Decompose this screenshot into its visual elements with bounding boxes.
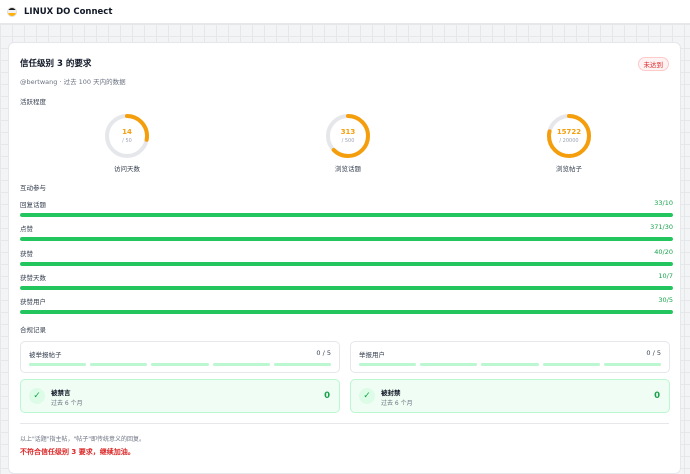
suspended-subtitle: 过去 6 个月 <box>381 400 413 407</box>
top-bar: LINUX DO Connect <box>0 0 690 24</box>
flagged-posts-box: 被举报帖子 0 / 5 <box>20 341 340 373</box>
progress-label: 点赞 <box>20 225 33 233</box>
progress-track <box>20 262 673 266</box>
check-icon: ✓ <box>29 388 45 404</box>
silenced-title: 被禁言 <box>51 389 71 397</box>
verdict-text: 不符合信任级别 3 要求，继续加油。 <box>20 448 135 456</box>
flagged-users-segments <box>359 363 662 366</box>
flagged-posts-segments <box>29 363 332 366</box>
progress-track <box>20 310 673 314</box>
ring-value: 14 <box>122 128 132 136</box>
progress-label: 获赞用户 <box>20 298 46 306</box>
activity-ring: 15722 / 20000 浏览帖子 <box>539 113 599 173</box>
activity-ring: 14 / 50 访问天数 <box>97 113 157 173</box>
flagged-users-label: 举报用户 <box>359 351 385 359</box>
progress-track <box>20 213 673 217</box>
card-subtitle: @bertwang · 过去 100 天内的数据 <box>20 78 126 86</box>
ring-chart-icon <box>326 114 370 158</box>
progress-track <box>20 286 673 290</box>
progress-row: 获赞天数 10/7 <box>20 272 673 290</box>
app-title[interactable]: LINUX DO Connect <box>24 7 112 17</box>
progress-label: 获赞 <box>20 250 33 258</box>
ring-label: 访问天数 <box>114 165 140 173</box>
progress-value: 10/7 <box>658 272 673 280</box>
ring-value: 15722 <box>556 128 582 136</box>
progress-label: 回复话题 <box>20 201 46 209</box>
interaction-section-label: 互动参与 <box>20 184 46 192</box>
progress-fill <box>20 262 673 266</box>
progress-fill <box>20 237 673 241</box>
flagged-posts-label: 被举报帖子 <box>29 351 62 359</box>
card-title: 信任级别 3 的要求 <box>20 59 92 69</box>
progress-value: 30/5 <box>658 296 673 304</box>
flagged-posts-value: 0 / 5 <box>316 349 331 357</box>
trust-level-card: 信任级别 3 的要求 未达到 @bertwang · 过去 100 天内的数据 … <box>8 42 681 474</box>
ring-value: 313 <box>340 128 356 136</box>
progress-fill <box>20 286 673 290</box>
check-icon: ✓ <box>359 388 375 404</box>
compliance-section-label: 合规记录 <box>20 326 46 334</box>
ring-chart-icon <box>105 114 149 158</box>
progress-fill <box>20 213 673 217</box>
ring-label: 浏览帖子 <box>556 165 582 173</box>
silenced-subtitle: 过去 6 个月 <box>51 400 83 407</box>
progress-row: 获赞 40/20 <box>20 248 673 266</box>
progress-row: 点赞 371/30 <box>20 223 673 241</box>
ring-total: / 50 <box>122 138 132 144</box>
progress-row: 获赞用户 30/5 <box>20 296 673 314</box>
ring-total: / 20000 <box>559 138 579 144</box>
footnote: 以上"话题"指主帖，"帖子"即传统意义的回复。 <box>20 436 146 443</box>
ring-chart-icon <box>547 114 591 158</box>
ring-label: 浏览话题 <box>335 165 361 173</box>
activity-ring: 313 / 500 浏览话题 <box>318 113 378 173</box>
linux-do-logo-icon[interactable] <box>7 6 17 17</box>
suspended-count: 0 <box>654 391 660 401</box>
suspended-title: 被封禁 <box>381 389 401 397</box>
progress-row: 回复话题 33/10 <box>20 199 673 217</box>
flagged-users-box: 举报用户 0 / 5 <box>350 341 670 373</box>
flagged-users-value: 0 / 5 <box>646 349 661 357</box>
silenced-box: ✓ 被禁言 过去 6 个月 0 <box>20 379 340 413</box>
suspended-box: ✓ 被封禁 过去 6 个月 0 <box>350 379 670 413</box>
progress-value: 371/30 <box>650 223 673 231</box>
progress-value: 40/20 <box>654 248 673 256</box>
progress-label: 获赞天数 <box>20 274 46 282</box>
divider <box>20 423 669 424</box>
progress-fill <box>20 310 673 314</box>
ring-total: / 500 <box>341 138 355 144</box>
status-badge: 未达到 <box>637 57 669 71</box>
silenced-count: 0 <box>324 391 330 401</box>
activity-section-label: 活跃程度 <box>20 98 46 106</box>
progress-track <box>20 237 673 241</box>
progress-value: 33/10 <box>654 199 673 207</box>
